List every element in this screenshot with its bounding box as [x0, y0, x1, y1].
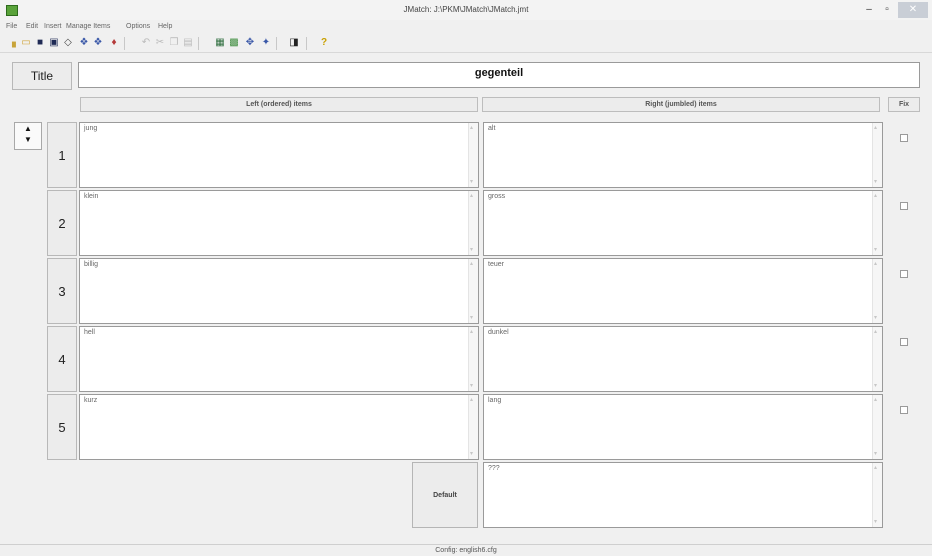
- default-item-input[interactable]: ??? ▴ ▾: [483, 462, 883, 528]
- left-item-text: billig: [84, 261, 99, 268]
- toolbar-separator: [124, 37, 125, 50]
- fix-checkbox[interactable]: [900, 202, 908, 210]
- scrollbar[interactable]: ▴ ▾: [872, 327, 882, 391]
- copy-icon[interactable]: ❐: [168, 37, 180, 49]
- row-number: 4: [47, 326, 77, 392]
- left-items-header: Left (ordered) items: [80, 97, 478, 112]
- scrollbar[interactable]: ▴ ▾: [872, 123, 882, 187]
- left-item-text: klein: [84, 193, 99, 200]
- web-page-alt-icon[interactable]: ❖: [92, 37, 104, 49]
- fix-checkbox[interactable]: [900, 406, 908, 414]
- row-number: 1: [47, 122, 77, 188]
- title-label: Title: [12, 62, 72, 90]
- left-item-text: kurz: [84, 397, 98, 404]
- toolbar-separator: [276, 37, 277, 50]
- toolbar: ▗ ▭ ■ ▣ ◇ ❖ ❖ ♦ ↶ ✂ ❐ ▤ ▦ ▩ ✥ ✦ ◨ ?: [0, 34, 932, 53]
- left-item-input[interactable]: jung ▴ ▾: [79, 122, 479, 188]
- row-number: 3: [47, 258, 77, 324]
- scrollbar[interactable]: ▴ ▾: [468, 395, 478, 459]
- menu-edit[interactable]: Edit: [26, 23, 38, 30]
- web-page-icon[interactable]: ❖: [78, 37, 90, 49]
- export-icon[interactable]: ▦: [214, 37, 226, 49]
- status-bar: Config: english6.cfg: [0, 544, 932, 556]
- default-button[interactable]: Default: [412, 462, 478, 528]
- right-item-text: teuer: [488, 261, 504, 268]
- new-icon[interactable]: ▗: [6, 37, 18, 49]
- cut-icon[interactable]: ✂: [154, 37, 166, 49]
- title-input[interactable]: gegenteil: [78, 62, 920, 88]
- config-icon[interactable]: ✦: [260, 37, 272, 49]
- right-item-text: lang: [488, 397, 502, 404]
- toolbar-separator: [306, 37, 307, 50]
- menu-options[interactable]: Options: [126, 23, 150, 30]
- left-item-input[interactable]: billig ▴ ▾: [79, 258, 479, 324]
- paste-icon[interactable]: ▤: [182, 37, 194, 49]
- exit-icon[interactable]: ♦: [108, 37, 120, 49]
- right-item-input[interactable]: dunkel ▴ ▾: [483, 326, 883, 392]
- left-item-text: jung: [84, 125, 98, 132]
- preview-icon[interactable]: ◇: [62, 37, 74, 49]
- right-item-text: gross: [488, 193, 506, 200]
- right-item-input[interactable]: gross ▴ ▾: [483, 190, 883, 256]
- left-item-input[interactable]: klein ▴ ▾: [79, 190, 479, 256]
- menu-bar: File Edit Insert Manage Items Options He…: [0, 20, 932, 34]
- scrollbar[interactable]: ▴ ▾: [468, 259, 478, 323]
- right-item-text: dunkel: [488, 329, 509, 336]
- right-item-text: alt: [488, 125, 496, 132]
- spin-up-icon[interactable]: ▲: [15, 123, 41, 134]
- close-button[interactable]: ✕: [898, 2, 928, 18]
- scrollbar[interactable]: ▴ ▾: [468, 191, 478, 255]
- maximize-button[interactable]: ▫: [878, 2, 896, 18]
- left-item-text: hell: [84, 329, 95, 336]
- undo-icon[interactable]: ↶: [140, 37, 152, 49]
- scrollbar[interactable]: ▴ ▾: [872, 259, 882, 323]
- scrollbar[interactable]: ▴ ▾: [872, 463, 882, 527]
- row-number: 2: [47, 190, 77, 256]
- menu-insert[interactable]: Insert: [44, 23, 62, 30]
- fix-checkbox[interactable]: [900, 270, 908, 278]
- window-title: JMatch: J:\PKM\JMatch\JMatch.jmt: [403, 5, 529, 14]
- menu-manage-items[interactable]: Manage Items: [66, 23, 110, 30]
- scrollbar[interactable]: ▴ ▾: [468, 327, 478, 391]
- right-item-input[interactable]: lang ▴ ▾: [483, 394, 883, 460]
- default-item-text: ???: [488, 465, 500, 472]
- left-item-input[interactable]: hell ▴ ▾: [79, 326, 479, 392]
- right-item-input[interactable]: alt ▴ ▾: [483, 122, 883, 188]
- right-item-input[interactable]: teuer ▴ ▾: [483, 258, 883, 324]
- menu-file[interactable]: File: [6, 23, 17, 30]
- scrollbar[interactable]: ▴ ▾: [872, 191, 882, 255]
- scrollbar[interactable]: ▴ ▾: [468, 123, 478, 187]
- right-items-header: Right (jumbled) items: [482, 97, 880, 112]
- title-bar: JMatch: J:\PKM\JMatch\JMatch.jmt – ▫ ✕: [0, 0, 932, 20]
- minimize-button[interactable]: –: [860, 2, 878, 18]
- fix-checkbox[interactable]: [900, 134, 908, 142]
- toolbar-separator: [198, 37, 199, 50]
- fix-header: Fix: [888, 97, 920, 112]
- fix-checkbox[interactable]: [900, 338, 908, 346]
- help-icon[interactable]: ?: [318, 37, 330, 49]
- spin-down-icon[interactable]: ▼: [15, 134, 41, 145]
- row-number: 5: [47, 394, 77, 460]
- open-icon[interactable]: ▭: [20, 37, 32, 49]
- menu-help[interactable]: Help: [158, 23, 172, 30]
- settings-icon[interactable]: ✥: [244, 37, 256, 49]
- left-item-input[interactable]: kurz ▴ ▾: [79, 394, 479, 460]
- save-as-icon[interactable]: ▣: [48, 37, 60, 49]
- print-icon[interactable]: ▩: [228, 37, 240, 49]
- book-icon[interactable]: ◨: [288, 37, 300, 49]
- scrollbar[interactable]: ▴ ▾: [872, 395, 882, 459]
- save-icon[interactable]: ■: [34, 37, 46, 49]
- row-spinner[interactable]: ▲ ▼: [14, 122, 42, 150]
